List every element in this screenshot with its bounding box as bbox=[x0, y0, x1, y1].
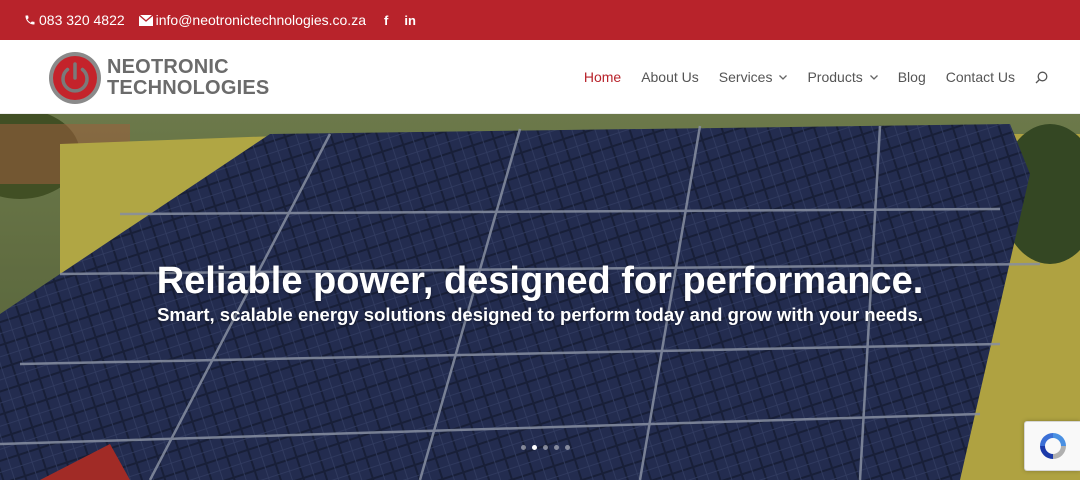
hero-title: Reliable power, designed for performance… bbox=[156, 260, 924, 302]
phone-icon bbox=[25, 15, 35, 25]
slider-pagination bbox=[518, 445, 573, 450]
nav-products[interactable]: Products bbox=[807, 69, 878, 85]
slider-dot-active[interactable] bbox=[532, 445, 537, 450]
chevron-down-icon bbox=[869, 74, 878, 80]
slider-dot[interactable] bbox=[543, 445, 548, 450]
slider-dot[interactable] bbox=[554, 445, 559, 450]
facebook-icon[interactable]: f bbox=[384, 13, 388, 28]
site-logo[interactable]: NEOTRONIC TECHNOLOGIES bbox=[48, 51, 269, 105]
nav-blog-label: Blog bbox=[897, 69, 926, 85]
recaptcha-badge[interactable] bbox=[1024, 421, 1080, 471]
phone-number: 083 320 4822 bbox=[39, 12, 125, 28]
nav-blog[interactable]: Blog bbox=[898, 69, 926, 85]
nav-services-label: Services bbox=[718, 69, 773, 85]
logo-line-1: NEOTRONIC bbox=[107, 56, 229, 78]
main-nav: Home About Us Services Products Blog Con… bbox=[564, 40, 1048, 114]
hero-slider: Reliable power, designed for performance… bbox=[0, 114, 1080, 480]
nav-contact-us[interactable]: Contact Us bbox=[946, 69, 1015, 85]
slider-dot[interactable] bbox=[565, 445, 570, 450]
nav-home-label: Home bbox=[583, 69, 622, 85]
hero-subtitle: Smart, scalable energy solutions designe… bbox=[157, 304, 923, 325]
linkedin-icon[interactable]: in bbox=[404, 13, 416, 28]
nav-about-label: About Us bbox=[641, 69, 699, 85]
nav-contact-label: Contact Us bbox=[945, 69, 1015, 85]
search-icon[interactable] bbox=[1035, 71, 1048, 84]
nav-about-us[interactable]: About Us bbox=[641, 69, 699, 85]
nav-services[interactable]: Services bbox=[719, 69, 788, 85]
chevron-down-icon bbox=[779, 74, 788, 80]
social-links: f in bbox=[384, 13, 432, 28]
recaptcha-icon bbox=[1039, 433, 1066, 459]
phone-link[interactable]: 083 320 4822 bbox=[24, 12, 125, 28]
top-bar: 083 320 4822 info@neotronictechnologies.… bbox=[0, 0, 1080, 40]
envelope-icon bbox=[138, 14, 153, 26]
slider-dot[interactable] bbox=[521, 445, 526, 450]
email-link[interactable]: info@neotronictechnologies.co.za bbox=[138, 12, 366, 28]
email-address: info@neotronictechnologies.co.za bbox=[155, 12, 366, 28]
nav-home[interactable]: Home bbox=[584, 69, 621, 85]
logo-line-2: TECHNOLOGIES bbox=[107, 77, 270, 99]
site-header: NEOTRONIC TECHNOLOGIES Home About Us Ser… bbox=[0, 40, 1080, 114]
logo-text: NEOTRONIC TECHNOLOGIES bbox=[107, 57, 269, 99]
nav-products-label: Products bbox=[807, 69, 863, 85]
power-logo-icon bbox=[49, 52, 101, 104]
